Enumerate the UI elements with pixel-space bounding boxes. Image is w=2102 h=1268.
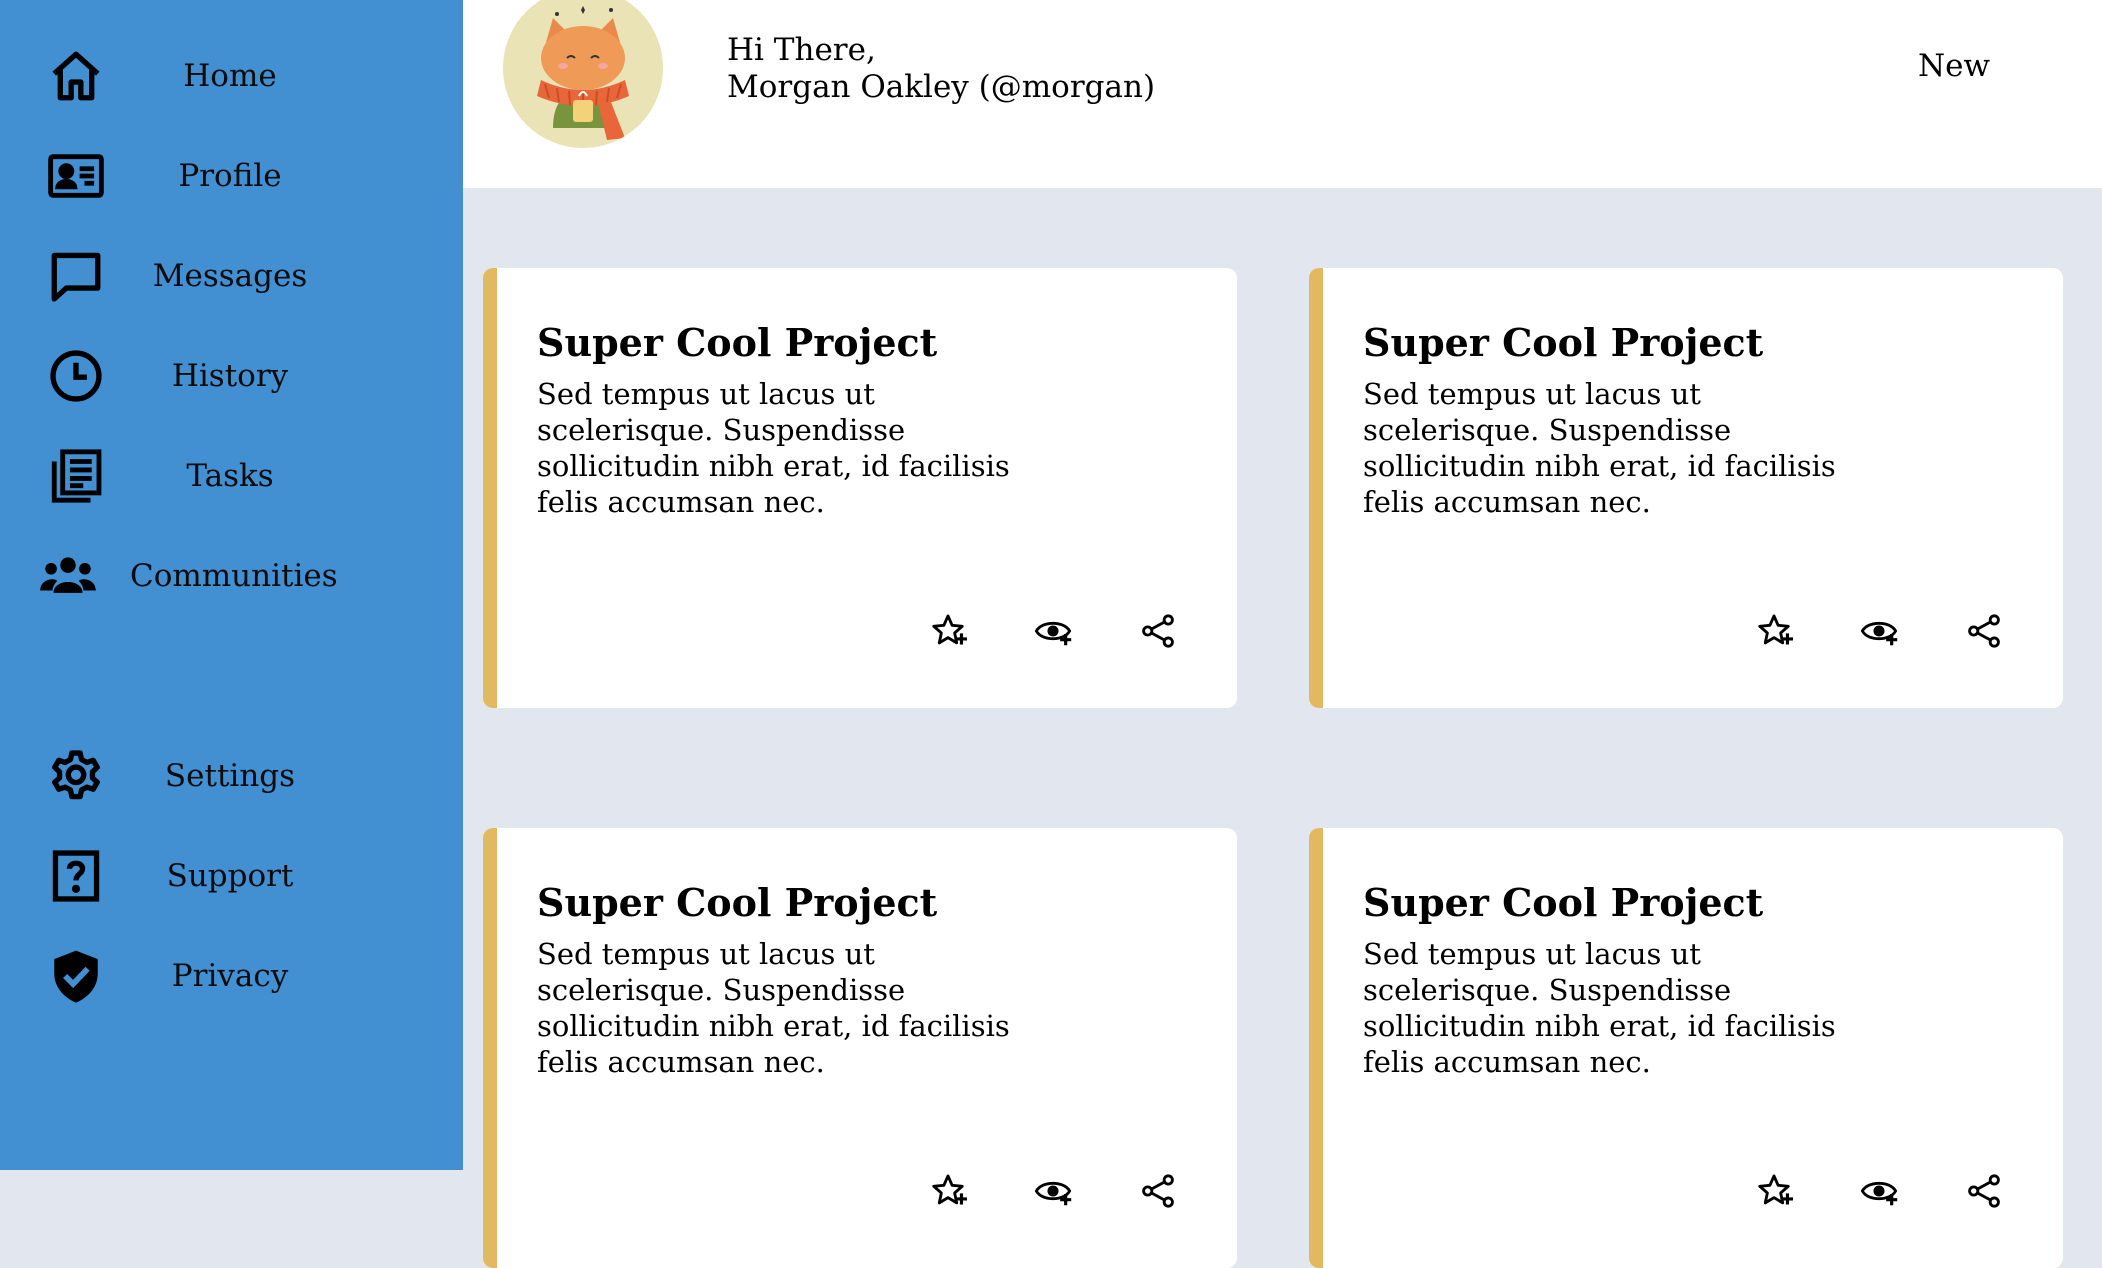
sidebar-item-label: Messages xyxy=(152,258,308,294)
sidebar-item-label: Privacy xyxy=(171,958,289,994)
header: Hi There, Morgan Oakley (@morgan) New xyxy=(463,0,2102,188)
share-icon xyxy=(1968,614,2000,648)
sidebar-item-label: Communities xyxy=(130,558,338,594)
card-accent-bar xyxy=(1309,828,1323,1268)
eye-plus-icon xyxy=(1034,621,1072,646)
eye-plus-icon xyxy=(1034,1181,1072,1206)
share-button[interactable] xyxy=(1133,606,1183,656)
project-card: Super Cool Project Sed tempus ut lacus u… xyxy=(1309,268,2063,708)
sidebar-item-label: Tasks xyxy=(186,458,274,494)
project-card: Super Cool Project Sed tempus ut lacus u… xyxy=(1309,828,2063,1268)
star-plus-icon xyxy=(932,614,967,645)
question-icon xyxy=(40,840,112,912)
sidebar-item-label: History xyxy=(171,358,289,394)
sidebar-item-settings[interactable]: Settings xyxy=(0,736,463,816)
shield-check-icon xyxy=(40,940,112,1012)
share-button[interactable] xyxy=(1959,606,2009,656)
card-title: Super Cool Project xyxy=(1363,320,1764,365)
sidebar-item-tasks[interactable]: Tasks xyxy=(0,436,463,516)
project-card: Super Cool Project Sed tempus ut lacus u… xyxy=(483,828,1237,1268)
group-icon xyxy=(32,540,104,612)
share-icon xyxy=(1142,1174,1174,1208)
chat-bubble-icon xyxy=(40,240,112,312)
card-accent-bar xyxy=(483,268,497,708)
avatar[interactable] xyxy=(503,0,663,148)
user-name: Morgan Oakley (@morgan) xyxy=(727,69,1156,105)
share-button[interactable] xyxy=(1959,1166,2009,1216)
eye-plus-icon xyxy=(1860,621,1898,646)
new-button[interactable]: New xyxy=(1918,48,1990,84)
card-accent-bar xyxy=(1309,268,1323,708)
sidebar-item-label: Settings xyxy=(164,758,296,794)
sidebar-item-privacy[interactable]: Privacy xyxy=(0,936,463,1016)
watch-button[interactable] xyxy=(1028,1166,1078,1216)
clock-icon xyxy=(40,340,112,412)
greeting: Hi There, Morgan Oakley (@morgan) xyxy=(727,32,1155,106)
card-actions xyxy=(1749,606,2009,656)
card-actions xyxy=(923,1166,1183,1216)
favorite-button[interactable] xyxy=(1749,1166,1799,1216)
watch-button[interactable] xyxy=(1854,1166,1904,1216)
card-actions xyxy=(923,606,1183,656)
sidebar-item-profile[interactable]: Profile xyxy=(0,136,463,216)
home-icon xyxy=(40,40,112,112)
card-actions xyxy=(1749,1166,2009,1216)
sidebar: Home Profile Messages History Tasks Comm… xyxy=(0,0,463,1170)
gear-icon xyxy=(40,740,112,812)
star-plus-icon xyxy=(932,1174,967,1205)
id-card-icon xyxy=(40,140,112,212)
favorite-button[interactable] xyxy=(1749,606,1799,656)
sidebar-item-home[interactable]: Home xyxy=(0,36,463,116)
watch-button[interactable] xyxy=(1854,606,1904,656)
card-title: Super Cool Project xyxy=(537,880,938,925)
star-plus-icon xyxy=(1758,1174,1793,1205)
star-plus-icon xyxy=(1758,614,1793,645)
greeting-line: Hi There, xyxy=(727,32,876,68)
sidebar-item-label: Support xyxy=(166,858,294,894)
card-description: Sed tempus ut lacus ut scelerisque. Susp… xyxy=(1363,937,1836,1079)
favorite-button[interactable] xyxy=(923,606,973,656)
share-icon xyxy=(1968,1174,2000,1208)
card-description: Sed tempus ut lacus ut scelerisque. Susp… xyxy=(537,377,1010,519)
sidebar-item-label: Home xyxy=(183,58,277,94)
share-icon xyxy=(1142,614,1174,648)
cat-avatar-illustration xyxy=(503,0,663,148)
favorite-button[interactable] xyxy=(923,1166,973,1216)
sidebar-item-history[interactable]: History xyxy=(0,336,463,416)
sidebar-item-label: Profile xyxy=(178,158,282,194)
sidebar-item-support[interactable]: Support xyxy=(0,836,463,916)
document-list-icon xyxy=(40,440,112,512)
card-title: Super Cool Project xyxy=(1363,880,1764,925)
project-card: Super Cool Project Sed tempus ut lacus u… xyxy=(483,268,1237,708)
sidebar-item-communities[interactable]: Communities xyxy=(0,536,463,616)
card-accent-bar xyxy=(483,828,497,1268)
eye-plus-icon xyxy=(1860,1181,1898,1206)
card-description: Sed tempus ut lacus ut scelerisque. Susp… xyxy=(1363,377,1836,519)
sidebar-item-messages[interactable]: Messages xyxy=(0,236,463,316)
card-title: Super Cool Project xyxy=(537,320,938,365)
watch-button[interactable] xyxy=(1028,606,1078,656)
share-button[interactable] xyxy=(1133,1166,1183,1216)
card-description: Sed tempus ut lacus ut scelerisque. Susp… xyxy=(537,937,1010,1079)
